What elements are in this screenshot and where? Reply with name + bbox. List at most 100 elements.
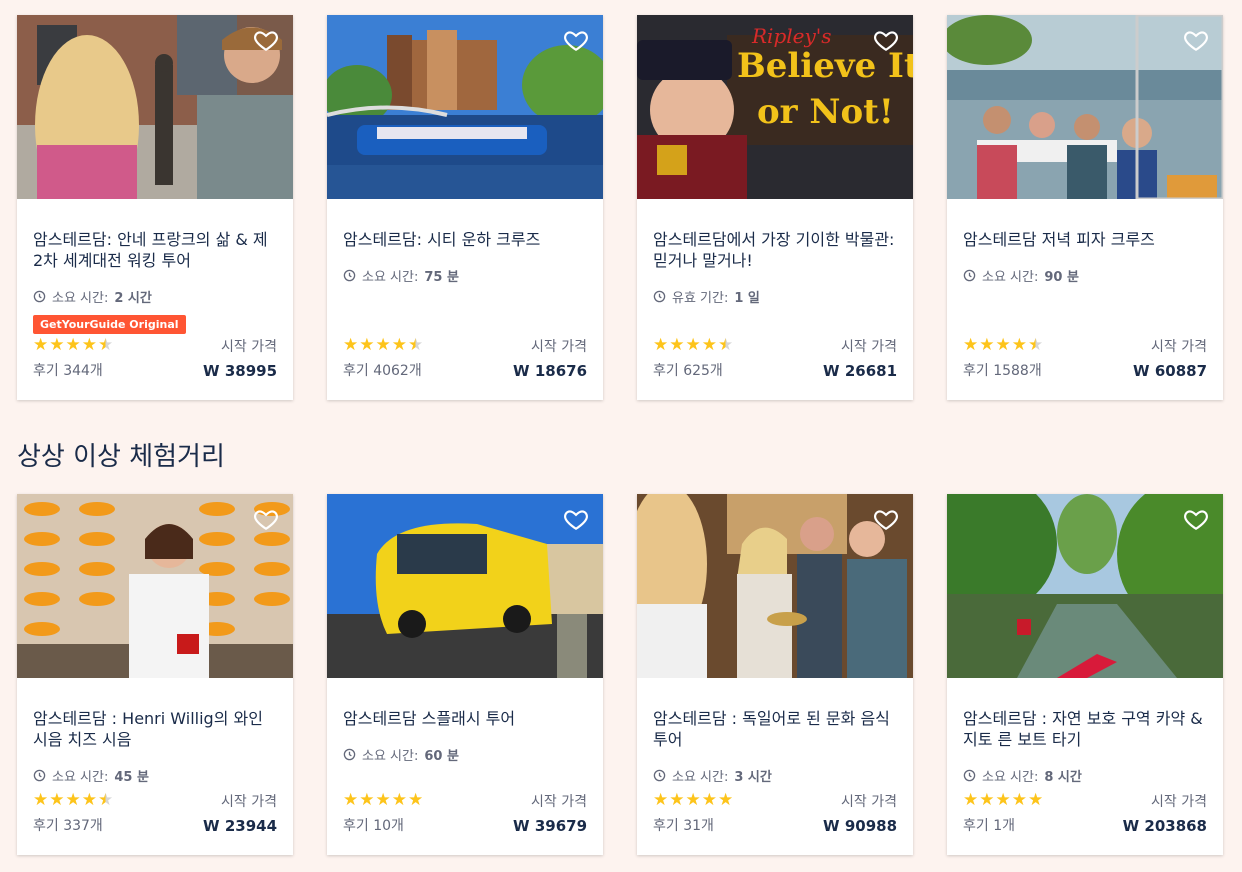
duration-label: 소요 시간: (982, 770, 1039, 785)
duration-value: 45 분 (114, 770, 149, 785)
duration-label: 소요 시간: (362, 749, 419, 764)
star-icon: ★ (669, 335, 685, 355)
star-icon: ★ (669, 790, 685, 810)
heart-icon[interactable] (1183, 506, 1209, 532)
activity-card[interactable]: 암스테르담 저녁 피자 크루즈 소요 시간: 90 분 ★ ★ ★ ★ ★ 후기 1588… (947, 15, 1223, 400)
activity-row-1: 암스테르담: 안네 프랑크의 삶 & 제2차 세계대전 워킹 투어 소요 시간:… (17, 15, 1223, 400)
clock-icon (343, 748, 356, 761)
star-icon: ★ (343, 335, 359, 355)
star-icon: ★ (408, 790, 424, 810)
activity-image (947, 15, 1223, 199)
star-icon: ★ (979, 335, 995, 355)
star-icon: ★ (33, 790, 49, 810)
star-icon: ★ (1028, 790, 1044, 810)
star-icon: ★ (65, 335, 81, 355)
price-from-label: 시작 가격 (1151, 339, 1207, 355)
star-icon: ★ (979, 790, 995, 810)
star-icon: ★ (653, 335, 669, 355)
clock-icon (653, 769, 666, 782)
duration-value: 2 시간 (114, 291, 152, 306)
star-icon: ★ (1011, 335, 1027, 355)
price-from-label: 시작 가격 (531, 794, 587, 810)
heart-icon[interactable] (563, 27, 589, 53)
heart-icon[interactable] (253, 506, 279, 532)
heart-icon[interactable] (1183, 27, 1209, 53)
duration-label: 소요 시간: (52, 291, 109, 306)
duration-value: 1 일 (734, 291, 760, 306)
activity-card[interactable]: Believe It or Not! Ripley's 암스테르담에서 가장 기… (637, 15, 913, 400)
activity-image (17, 15, 293, 199)
clock-icon (33, 769, 46, 782)
duration-label: 소요 시간: (52, 770, 109, 785)
duration: 소요 시간: 2 시간 (33, 287, 277, 306)
activity-image (327, 15, 603, 199)
rating-stars: ★ ★ ★ ★ ★ (33, 792, 113, 809)
duration-label: 소요 시간: (982, 270, 1039, 285)
star-icon: ★ (701, 335, 717, 355)
activity-title[interactable]: 암스테르담 : Henri Willig의 와인 시음 치즈 시음 (33, 708, 277, 750)
duration: 소요 시간: 45 분 (33, 766, 277, 785)
price-from-label: 시작 가격 (841, 794, 897, 810)
activity-title[interactable]: 암스테르담: 안네 프랑크의 삶 & 제2차 세계대전 워킹 투어 (33, 229, 277, 271)
activity-title[interactable]: 암스테르담 스플래시 투어 (343, 708, 587, 729)
activity-card[interactable]: 암스테르담 : Henri Willig의 와인 시음 치즈 시음 소요 시간:… (17, 494, 293, 855)
activity-card[interactable]: 암스테르담: 시티 운하 크루즈 소요 시간: 75 분 ★ ★ ★ ★ ★ 후기 406… (327, 15, 603, 400)
duration-value: 90 분 (1044, 270, 1079, 285)
star-icon: ★ (343, 790, 359, 810)
rating-stars: ★ ★ ★ ★ ★ (343, 792, 423, 809)
activity-title[interactable]: 암스테르담 : 자연 보호 구역 카약 & 지토 른 보트 타기 (963, 708, 1207, 750)
price: W 39679 (513, 817, 587, 835)
star-half-icon: ★ (98, 790, 114, 810)
heart-icon[interactable] (873, 27, 899, 53)
star-half-icon: ★ (718, 335, 734, 355)
star-icon: ★ (65, 790, 81, 810)
activity-card[interactable]: 암스테르담 : 독일어로 된 문화 음식 투어 소요 시간: 3 시간 ★ ★ ★ ★ ★… (637, 494, 913, 855)
price: W 90988 (823, 817, 897, 835)
rating-stars: ★ ★ ★ ★ ★ (343, 337, 423, 354)
review-count: 후기 625개 (653, 363, 723, 379)
price: W 18676 (513, 362, 587, 380)
star-icon: ★ (359, 790, 375, 810)
star-icon: ★ (1011, 790, 1027, 810)
svg-text:or Not!: or Not! (757, 92, 894, 132)
price-from-label: 시작 가격 (1151, 794, 1207, 810)
price: W 23944 (203, 817, 277, 835)
heart-icon[interactable] (563, 506, 589, 532)
activity-title[interactable]: 암스테르담에서 가장 기이한 박물관: 믿거나 말거나! (653, 229, 897, 271)
star-icon: ★ (653, 790, 669, 810)
star-icon: ★ (963, 790, 979, 810)
activity-title[interactable]: 암스테르담 저녁 피자 크루즈 (963, 229, 1207, 250)
activity-card[interactable]: 암스테르담: 안네 프랑크의 삶 & 제2차 세계대전 워킹 투어 소요 시간:… (17, 15, 293, 400)
price: W 26681 (823, 362, 897, 380)
rating-stars: ★ ★ ★ ★ ★ (653, 337, 733, 354)
star-icon: ★ (375, 335, 391, 355)
activity-title[interactable]: 암스테르담 : 독일어로 된 문화 음식 투어 (653, 708, 897, 750)
star-icon: ★ (995, 335, 1011, 355)
activity-image (637, 494, 913, 678)
review-count: 후기 337개 (33, 818, 103, 834)
rating-stars: ★ ★ ★ ★ ★ (33, 337, 113, 354)
activity-image (17, 494, 293, 678)
star-icon: ★ (701, 790, 717, 810)
duration-label: 소요 시간: (362, 270, 419, 285)
activity-card[interactable]: 암스테르담 스플래시 투어 소요 시간: 60 분 ★ ★ ★ ★ ★ 후기 10개 시작… (327, 494, 603, 855)
price-from-label: 시작 가격 (221, 794, 277, 810)
activity-row-2: 암스테르담 : Henri Willig의 와인 시음 치즈 시음 소요 시간:… (17, 494, 1223, 855)
heart-icon[interactable] (873, 506, 899, 532)
star-icon: ★ (718, 790, 734, 810)
star-icon: ★ (359, 335, 375, 355)
star-icon: ★ (391, 335, 407, 355)
star-icon: ★ (49, 335, 65, 355)
clock-icon (343, 269, 356, 282)
star-half-icon: ★ (98, 335, 114, 355)
activity-card[interactable]: 암스테르담 : 자연 보호 구역 카약 & 지토 른 보트 타기 소요 시간: 8… (947, 494, 1223, 855)
clock-icon (33, 290, 46, 303)
price: W 203868 (1122, 817, 1207, 835)
star-icon: ★ (33, 335, 49, 355)
review-count: 후기 344개 (33, 363, 103, 379)
activity-title[interactable]: 암스테르담: 시티 운하 크루즈 (343, 229, 587, 250)
heart-icon[interactable] (253, 27, 279, 53)
price-from-label: 시작 가격 (221, 339, 277, 355)
activity-image (327, 494, 603, 678)
price: W 38995 (203, 362, 277, 380)
